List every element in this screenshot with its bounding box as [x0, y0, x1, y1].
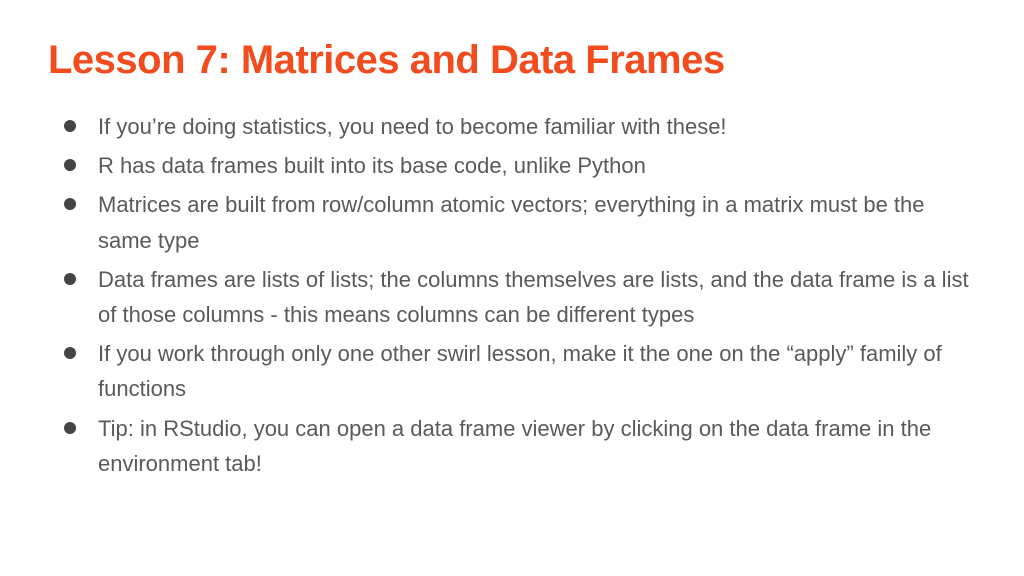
slide-title: Lesson 7: Matrices and Data Frames — [48, 38, 976, 83]
list-item: If you’re doing statistics, you need to … — [60, 109, 976, 144]
list-item: R has data frames built into its base co… — [60, 148, 976, 183]
list-item: Matrices are built from row/column atomi… — [60, 187, 976, 257]
list-item: Data frames are lists of lists; the colu… — [60, 262, 976, 332]
list-item: If you work through only one other swirl… — [60, 336, 976, 406]
list-item: Tip: in RStudio, you can open a data fra… — [60, 411, 976, 481]
bullet-list: If you’re doing statistics, you need to … — [48, 109, 976, 481]
